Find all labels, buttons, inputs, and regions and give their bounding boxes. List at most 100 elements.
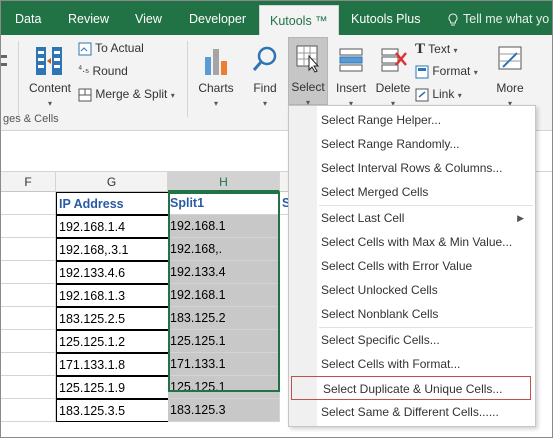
link-button[interactable]: Link ▾ xyxy=(415,87,462,105)
menu-item-select-error-value[interactable]: Select Cells with Error Value xyxy=(290,254,534,278)
link-label: Link xyxy=(432,87,455,101)
tab-developer[interactable]: Developer xyxy=(189,1,246,35)
menu-item-select-interval-rows-columns[interactable]: Select Interval Rows & Columns... xyxy=(290,156,534,180)
merge-split-button[interactable]: Merge & Split ▾ xyxy=(78,87,175,105)
insert-button[interactable]: Insert ▾ xyxy=(331,39,371,108)
chevron-down-icon: ▾ xyxy=(47,99,52,108)
to-actual-button[interactable]: To Actual xyxy=(78,41,144,59)
cell[interactable] xyxy=(1,238,56,261)
cell-ip-address[interactable]: 192.168,.3.1 xyxy=(56,238,169,261)
menu-item-select-range-helper[interactable]: Select Range Helper... xyxy=(290,108,534,132)
cell-ip-address[interactable]: 183.125.2.5 xyxy=(56,307,169,330)
select-cursor-icon xyxy=(296,45,320,73)
text-icon: T xyxy=(415,41,426,57)
tab-kutools[interactable]: Kutools ™ xyxy=(259,5,339,39)
cell-split1[interactable]: 125.125.1 xyxy=(168,330,280,353)
round-button[interactable]: ⁴.₅ Round xyxy=(78,64,128,82)
cell[interactable] xyxy=(1,353,56,376)
cell-split1[interactable]: 192.168.1 xyxy=(168,215,280,238)
cell-split1[interactable]: 183.125.2 xyxy=(168,307,280,330)
format-icon xyxy=(415,65,429,79)
cell-ip-address[interactable]: 192.133.4.6 xyxy=(56,261,169,284)
format-label: Format xyxy=(432,64,471,78)
menu-item-select-range-randomly[interactable]: Select Range Randomly... xyxy=(290,132,534,156)
header-cell-split1[interactable]: Split1 xyxy=(168,192,280,215)
lightbulb-icon xyxy=(447,1,459,35)
cell[interactable] xyxy=(1,192,56,215)
column-header-f[interactable]: F xyxy=(1,172,56,192)
to-actual-label: To Actual xyxy=(95,41,144,55)
menu-item-select-cells-with-format[interactable]: Select Cells with Format... xyxy=(290,352,534,376)
cell-split1[interactable]: 183.125.3 xyxy=(168,399,280,422)
menu-item-select-duplicate-unique-cells[interactable]: Select Duplicate & Unique Cells... xyxy=(291,376,531,400)
cell-split1[interactable]: 125.125.1 xyxy=(168,376,280,399)
merge-split-icon xyxy=(78,88,92,102)
find-label: Find xyxy=(253,81,277,95)
round-label: Round xyxy=(92,64,128,78)
cell[interactable] xyxy=(1,307,56,330)
group-separator xyxy=(18,41,19,117)
cell-split1[interactable]: 171.133.1 xyxy=(168,353,280,376)
tab-kutools-plus[interactable]: Kutools Plus xyxy=(351,1,420,35)
column-header-h[interactable]: H xyxy=(168,172,280,192)
cell[interactable] xyxy=(1,330,56,353)
to-actual-icon xyxy=(78,42,92,56)
content-label: Content xyxy=(28,81,72,95)
delete-icon xyxy=(381,48,407,72)
chevron-down-icon: ▾ xyxy=(262,99,267,108)
more-button[interactable]: More ▾ xyxy=(489,39,531,108)
chevron-down-icon: ▾ xyxy=(457,91,462,100)
group-separator xyxy=(187,41,188,117)
cell[interactable] xyxy=(1,215,56,238)
menu-item-select-merged-cells[interactable]: Select Merged Cells xyxy=(290,180,534,204)
content-button[interactable]: Content ▾ xyxy=(25,39,75,108)
cell-ip-address[interactable]: 183.125.3.5 xyxy=(56,399,169,422)
cell-ip-address[interactable]: 171.133.1.8 xyxy=(56,353,169,376)
charts-label: Charts xyxy=(198,81,234,95)
chevron-right-icon: ▶ xyxy=(517,213,524,223)
cell[interactable] xyxy=(1,399,56,422)
menu-item-select-same-different-cells[interactable]: Select Same & Different Cells...... xyxy=(290,400,534,424)
cell-ip-address[interactable]: 125.125.1.2 xyxy=(56,330,169,353)
select-dropdown-menu: Select Range Helper... Select Range Rand… xyxy=(288,105,536,427)
more-icon xyxy=(498,46,522,70)
select-button[interactable]: Select ▾ xyxy=(288,37,328,107)
delete-label: Delete xyxy=(375,81,411,95)
cell[interactable] xyxy=(1,376,56,399)
format-button[interactable]: Format ▾ xyxy=(415,64,478,82)
more-label: More xyxy=(496,81,524,95)
cell-ip-address[interactable]: 192.168.1.4 xyxy=(56,215,169,238)
partial-icon xyxy=(1,49,11,79)
insert-icon xyxy=(339,48,363,72)
chevron-down-icon: ▾ xyxy=(170,91,175,100)
cell-split1[interactable]: 192.168.1 xyxy=(168,284,280,307)
cell-ip-address[interactable]: 192.168.1.3 xyxy=(56,284,169,307)
cell[interactable] xyxy=(1,284,56,307)
menu-item-select-specific-cells[interactable]: Select Specific Cells... xyxy=(290,328,534,352)
menu-item-select-max-min-value[interactable]: Select Cells with Max & Min Value... xyxy=(290,230,534,254)
chevron-down-icon: ▾ xyxy=(473,68,478,77)
round-icon: ⁴.₅ xyxy=(78,64,90,75)
cell-split1[interactable]: 192.168,. xyxy=(168,238,280,261)
column-header-g[interactable]: G xyxy=(56,172,168,192)
menu-item-select-last-cell[interactable]: Select Last Cell ▶ xyxy=(290,206,534,230)
tab-review[interactable]: Review xyxy=(68,1,109,35)
link-icon xyxy=(415,88,429,102)
group-label-ranges-cells: ges & Cells xyxy=(3,113,59,125)
text-button[interactable]: T Text ▾ xyxy=(415,41,458,59)
cell[interactable] xyxy=(1,261,56,284)
text-label: Text xyxy=(428,42,451,56)
cell-split1[interactable]: 192.133.4 xyxy=(168,261,280,284)
header-cell-ip-address[interactable]: IP Address xyxy=(56,192,169,215)
tell-me-input[interactable]: Tell me what yo xyxy=(463,1,549,35)
tab-view[interactable]: View xyxy=(135,1,162,35)
delete-button[interactable]: Delete ▾ xyxy=(373,39,413,108)
cell-ip-address[interactable]: 125.125.1.9 xyxy=(56,376,169,399)
find-button[interactable]: Find ▾ xyxy=(245,39,285,108)
chevron-down-icon: ▾ xyxy=(213,99,218,108)
charts-button[interactable]: Charts ▾ xyxy=(195,39,237,108)
menu-item-select-unlocked-cells[interactable]: Select Unlocked Cells xyxy=(290,278,534,302)
content-icon xyxy=(36,47,62,75)
menu-item-select-nonblank-cells[interactable]: Select Nonblank Cells xyxy=(290,302,534,326)
tab-data[interactable]: Data xyxy=(15,1,41,35)
